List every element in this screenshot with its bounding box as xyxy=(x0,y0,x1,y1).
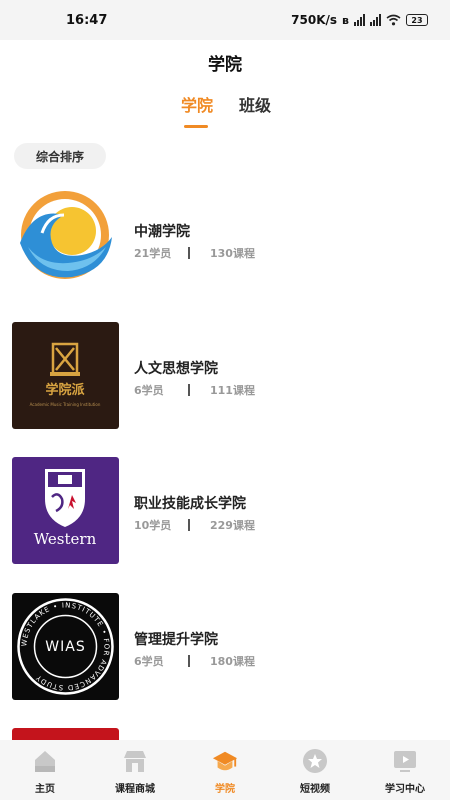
tab-active-indicator xyxy=(184,125,208,128)
bluetooth-icon: ʙ xyxy=(342,13,349,27)
battery-icon: 23 xyxy=(406,14,428,26)
network-speed: 750K/s xyxy=(291,13,338,27)
student-count: 6学员 xyxy=(134,384,164,397)
course-count: 180课程 xyxy=(210,655,255,668)
meta-divider xyxy=(188,655,190,667)
signal-icon-2 xyxy=(370,14,381,26)
college-meta: 6学员 111课程 xyxy=(134,382,255,398)
logo-wordmark: 学院派 xyxy=(45,382,85,398)
wifi-icon xyxy=(386,14,401,26)
student-count: 6学员 xyxy=(134,655,164,668)
status-time: 16:47 xyxy=(66,12,108,28)
bottom-nav: 主页 课程商城 学院 短视频 学习中心 xyxy=(0,740,450,800)
student-count: 10学员 xyxy=(134,519,172,532)
nav-label: 主页 xyxy=(35,784,55,795)
nav-label: 学院 xyxy=(215,784,235,795)
signal-icon xyxy=(354,14,365,26)
play-screen-icon xyxy=(392,748,418,774)
tab-classes[interactable]: 班级 xyxy=(239,92,271,116)
college-meta: 21学员 130课程 xyxy=(134,245,255,261)
sort-button[interactable]: 综合排序 xyxy=(14,143,106,169)
college-name: 管理提升学院 xyxy=(134,632,218,648)
course-count: 229课程 xyxy=(210,519,255,532)
college-item-renwen[interactable]: 学院派 Academic Music Training Institution … xyxy=(0,322,450,432)
nav-label: 学习中心 xyxy=(385,784,425,795)
tab-bar: 学院 班级 xyxy=(0,90,450,132)
wave-globe-logo xyxy=(12,185,119,292)
nav-home[interactable]: 主页 xyxy=(0,740,90,800)
status-indicators: 750K/s ʙ 23 xyxy=(291,13,428,27)
red-logo xyxy=(12,728,119,740)
nav-label: 课程商城 xyxy=(115,784,155,795)
star-circle-icon xyxy=(302,748,328,774)
college-meta: 6学员 180课程 xyxy=(134,653,255,669)
nav-learning-center[interactable]: 学习中心 xyxy=(360,740,450,800)
meta-divider xyxy=(188,384,190,396)
college-name: 职业技能成长学院 xyxy=(134,496,246,512)
xueyuanpai-logo: 学院派 Academic Music Training Institution xyxy=(12,322,119,429)
college-meta: 10学员 229课程 xyxy=(134,517,255,533)
college-item-zhongchao[interactable]: 中潮学院 21学员 130课程 xyxy=(0,185,450,295)
graduation-cap-icon xyxy=(212,748,238,774)
college-item-guanli[interactable]: WESTLAKE • INSTITUTE • FOR ADVANCED STUD… xyxy=(0,593,450,703)
status-bar: 16:47 750K/s ʙ 23 xyxy=(0,0,450,40)
college-item-zhiye[interactable]: Western 职业技能成长学院 10学员 229课程 xyxy=(0,457,450,567)
wias-seal-logo: WESTLAKE • INSTITUTE • FOR ADVANCED STUD… xyxy=(12,593,119,700)
college-name: 中潮学院 xyxy=(134,224,190,240)
college-item-partial[interactable] xyxy=(0,728,450,740)
course-count: 111课程 xyxy=(210,384,255,397)
student-count: 21学员 xyxy=(134,247,172,260)
logo-subtext: Academic Music Training Institution xyxy=(30,402,101,407)
college-name: 人文思想学院 xyxy=(134,361,218,377)
meta-divider xyxy=(188,247,190,259)
nav-store[interactable]: 课程商城 xyxy=(90,740,180,800)
nav-short-video[interactable]: 短视频 xyxy=(270,740,360,800)
logo-wordmark: Western xyxy=(34,530,97,548)
logo-wordmark: WIAS xyxy=(45,639,85,655)
course-count: 130课程 xyxy=(210,247,255,260)
western-shield-logo: Western xyxy=(12,457,119,564)
meta-divider xyxy=(188,519,190,531)
home-icon xyxy=(32,748,58,774)
nav-label: 短视频 xyxy=(300,784,330,795)
college-list: 中潮学院 21学员 130课程 学院派 Academic Music Train… xyxy=(0,185,450,740)
nav-college[interactable]: 学院 xyxy=(180,740,270,800)
store-icon xyxy=(122,748,148,774)
tab-colleges[interactable]: 学院 xyxy=(181,92,213,116)
page-title: 学院 xyxy=(208,54,242,75)
